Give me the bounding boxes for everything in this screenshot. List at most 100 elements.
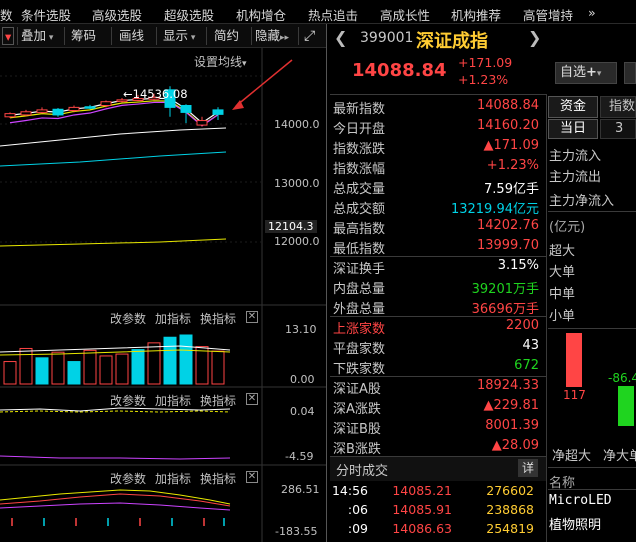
display-button[interactable]: 显示 ▾: [163, 27, 195, 45]
quote-row-label: 深A涨跌: [333, 402, 381, 417]
flow-main-out: 主力流出: [549, 170, 602, 185]
ticks-title: 分时成交: [336, 464, 389, 479]
nav-item-high-growth[interactable]: 高成长性: [380, 5, 430, 24]
quote-row-value: 18924.33: [476, 378, 539, 393]
quote-row-value: ▲229.81: [483, 398, 540, 413]
quote-row-label: 最高指数: [333, 222, 386, 237]
tick-volume: 254819: [486, 521, 534, 536]
quote-row: 最低指数 13999.70: [333, 236, 541, 257]
quote-row-value: 672: [514, 358, 539, 373]
quote-row: 平盘家数 43: [333, 336, 541, 357]
quote-row: 指数涨跌 ▲171.09: [333, 136, 541, 157]
tab-funds[interactable]: 资金: [548, 96, 598, 118]
quote-row: 深证A股 18924.33: [333, 376, 541, 397]
volume-bar: [179, 334, 193, 385]
period-dropdown-icon[interactable]: ▾: [2, 27, 15, 45]
trend-line-yellow: [0, 238, 227, 247]
quote-row: 外盘总量 36696万手: [333, 296, 541, 317]
nav-item-0[interactable]: 数: [0, 5, 13, 24]
hide-button[interactable]: 隐藏▸▸: [255, 27, 289, 45]
draw-line-button[interactable]: 画线: [119, 27, 144, 45]
set-ma-button[interactable]: 设置均线▾: [194, 53, 247, 70]
quote-row-label: 上涨家数: [333, 322, 386, 337]
volume-bar: [19, 347, 33, 385]
prev-stock-icon[interactable]: ❮: [334, 28, 347, 47]
ind2-line-yellow: [0, 410, 231, 413]
nav-item-super-select[interactable]: 超级选股: [164, 5, 214, 24]
size-xl: 超大: [549, 244, 576, 259]
quote-row-value: 14202.76: [476, 218, 539, 233]
panel2-close-icon[interactable]: ✕: [246, 393, 258, 405]
panel1-add-indicator[interactable]: 加指标: [155, 310, 191, 327]
panel3-add-indicator[interactable]: 加指标: [155, 470, 191, 487]
nav-item-hotspot[interactable]: 热点追击: [308, 5, 358, 24]
chips-button[interactable]: 筹码: [71, 27, 96, 45]
net-xl-label: 净超大: [552, 449, 592, 464]
simple-button[interactable]: 简约: [214, 27, 239, 45]
add-watchlist-button[interactable]: 自选+▾: [555, 62, 617, 84]
volume-bar: [147, 342, 161, 385]
panel3-change-params[interactable]: 改参数: [110, 470, 146, 487]
quote-row: 深A涨跌 ▲229.81: [333, 396, 541, 417]
expand-icon[interactable]: ⤢: [304, 27, 315, 45]
nav-more-icon[interactable]: »: [588, 5, 596, 20]
ind2-label-min: -4.59: [285, 450, 314, 463]
price-change-pct: +1.23%: [458, 72, 509, 87]
panel1-switch-indicator[interactable]: 换指标: [200, 310, 236, 327]
volume-bar: [67, 361, 81, 385]
size-small: 小单: [549, 309, 576, 324]
ind3-line-red: [0, 493, 231, 507]
quote-row-value: 7.59亿手: [484, 182, 539, 197]
tab-3day[interactable]: 3日: [600, 119, 636, 139]
quote-row-unit: 万手: [512, 282, 539, 297]
panel2-switch-indicator[interactable]: 换指标: [200, 392, 236, 409]
nav-item-institution-add[interactable]: 机构增仓: [236, 5, 286, 24]
volume-bar: [211, 350, 225, 385]
panel2-add-indicator[interactable]: 加指标: [155, 392, 191, 409]
panel3-switch-indicator[interactable]: 换指标: [200, 470, 236, 487]
ticks-header: 分时成交 详: [330, 457, 546, 481]
tab-today[interactable]: 当日: [548, 119, 598, 139]
ticks-detail-button[interactable]: 详: [518, 459, 538, 477]
tick-price: 14085.91: [392, 502, 452, 517]
quote-row-label: 深证B股: [333, 422, 381, 437]
net-xl-value: 117: [563, 388, 586, 402]
net-large-bar: [618, 386, 634, 426]
size-medium: 中单: [549, 287, 576, 302]
panel2-change-params[interactable]: 改参数: [110, 392, 146, 409]
panel1-close-icon[interactable]: ✕: [246, 311, 258, 323]
quote-row: 最新指数 14088.84: [333, 96, 541, 117]
nav-item-institution-recommend[interactable]: 机构推荐: [451, 5, 501, 24]
flow-main-in: 主力流入: [549, 149, 602, 164]
concept-item[interactable]: 植物照明: [549, 514, 601, 533]
candle-body: [180, 104, 192, 113]
price-change: +171.09: [458, 55, 513, 70]
quote-row-value: +1.23%: [486, 158, 539, 173]
volume-bar: [163, 336, 177, 385]
tick-volume: 238868: [486, 502, 534, 517]
overlay-button[interactable]: 叠加 ▾: [21, 27, 53, 45]
volume-bar: [51, 351, 65, 385]
next-stock-icon[interactable]: ❯: [528, 28, 541, 47]
concept-item[interactable]: MicroLED: [549, 493, 612, 508]
quote-row: 指数涨幅 +1.23%: [333, 156, 541, 177]
tick-volume: 276602: [486, 483, 534, 498]
quote-row: 今日开盘 14160.20: [333, 116, 541, 137]
extra-button[interactable]: [624, 62, 636, 84]
panel1-change-params[interactable]: 改参数: [110, 310, 146, 327]
quote-row: 总成交额 13219.94亿元: [333, 196, 541, 217]
quote-row: 上涨家数 2200: [333, 316, 541, 337]
ind3-line-purple: [0, 502, 231, 511]
quote-row-label: 总成交量: [333, 182, 386, 197]
quote-row-label: 指数涨跌: [333, 142, 386, 157]
nav-item-advanced-select[interactable]: 高级选股: [92, 5, 142, 24]
nav-item-condition-select[interactable]: 条件选股: [21, 5, 71, 24]
panel3-close-icon[interactable]: ✕: [246, 471, 258, 483]
panel-divider[interactable]: [326, 24, 327, 542]
net-large-value: -86.4: [608, 371, 636, 385]
nav-item-executive-add[interactable]: 高管增持: [523, 5, 573, 24]
quote-row-value: ▲171.09: [483, 138, 540, 153]
quote-row-value: 14088.84: [476, 98, 539, 113]
quote-row-value: 3.15%: [497, 258, 539, 273]
tab-index[interactable]: 指数: [600, 96, 636, 118]
